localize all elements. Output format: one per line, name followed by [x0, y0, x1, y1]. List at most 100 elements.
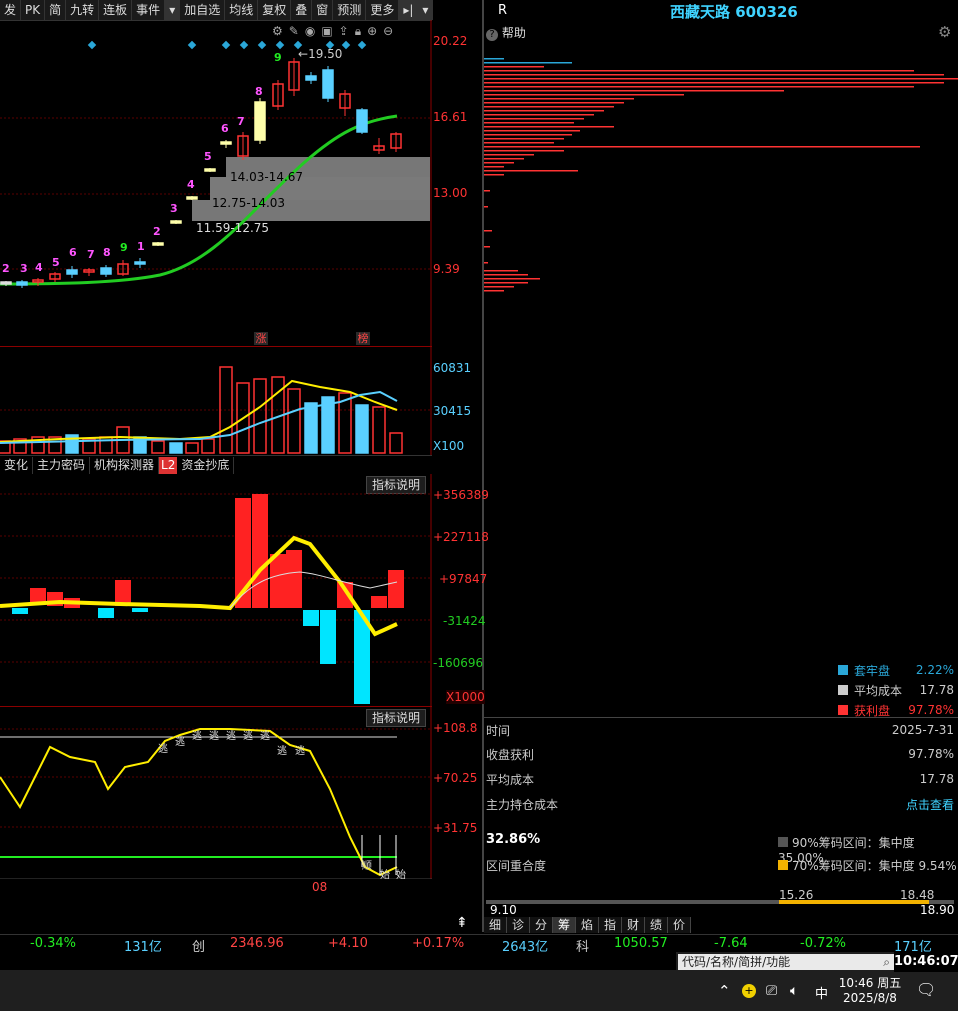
chip-settings-icon[interactable]: ⚙ — [938, 23, 951, 41]
td-count-label: 5 — [204, 150, 212, 163]
toolbar-event-dropdown-icon[interactable]: ▾ — [165, 0, 181, 20]
toolbar-forecast-button[interactable]: 预测 — [333, 0, 367, 20]
help-link[interactable]: ? 帮助 — [486, 24, 526, 41]
event-badge-list[interactable]: 榜 — [356, 332, 370, 345]
toolbar-more-button[interactable]: 更多 — [366, 0, 400, 20]
osc-signal-marker: 逃 — [175, 737, 185, 748]
tab-flame[interactable]: 焰 — [576, 917, 599, 933]
signal-diamond — [239, 40, 249, 50]
chip-bar — [484, 118, 584, 120]
app-tray-icon[interactable]: + — [742, 984, 756, 998]
toolbar-add-watchlist-button[interactable]: 加自选 — [180, 0, 226, 20]
fund-bar — [132, 608, 148, 612]
scroll-top-icon[interactable]: ⇞ — [456, 915, 468, 931]
toolbar-more-dropdown-icon[interactable]: ▾ — [418, 0, 434, 20]
toolbar-window-button[interactable]: 窗 — [312, 0, 334, 20]
chip-bar — [484, 290, 504, 292]
tab-finance[interactable]: 财 — [622, 917, 645, 933]
toolbar-ma-button[interactable]: 均线 — [225, 0, 259, 20]
system-clock[interactable]: 10:46 周五 2025/8/8 — [838, 974, 902, 1005]
legend-trapped: 套牢盘 2.22% — [838, 660, 954, 680]
chip-bar — [484, 190, 490, 192]
tab-indicator[interactable]: 指 — [599, 917, 622, 933]
td-count-label: 9 — [274, 51, 282, 64]
r-label: R — [498, 3, 508, 18]
ticker-item: +0.17% — [412, 936, 465, 951]
range-bar-70 — [779, 900, 929, 904]
chip-bar — [484, 110, 604, 112]
toolbar-streak-button[interactable]: 连板 — [99, 0, 133, 20]
chip-bar — [484, 70, 914, 72]
osc-signal-marker: 逃 — [277, 746, 287, 757]
chip-bar — [484, 86, 914, 88]
td-count-label: 8 — [103, 246, 111, 259]
fund-bar — [98, 608, 114, 618]
chip-bar — [484, 90, 784, 92]
toolbar-ninerev-button[interactable]: 九转 — [66, 0, 100, 20]
osc-signal-marker: 逃 — [295, 746, 305, 757]
tab-chips[interactable]: 筹 — [553, 917, 576, 933]
chip-bar — [484, 82, 944, 84]
volume-bar — [372, 406, 386, 454]
tab-detail[interactable]: 细 — [484, 917, 507, 933]
chip-bar — [484, 106, 614, 108]
range90-swatch — [778, 837, 788, 847]
toolbar-simple-button[interactable]: 简 — [45, 0, 67, 20]
candle — [0, 281, 12, 285]
stock-search-input[interactable]: 代码/名称/简拼/功能 ⌕ — [678, 954, 894, 970]
candle — [152, 242, 164, 246]
scale-max: 18.90 — [920, 903, 955, 917]
chip-bar — [484, 246, 490, 248]
chip-bar — [484, 270, 518, 272]
toolbar-adjust-button[interactable]: 复权 — [258, 0, 292, 20]
chip-legend: 套牢盘 2.22% 平均成本 17.78 获利盘 97.78% — [838, 660, 954, 720]
osc-signal-marker: 逃 — [158, 744, 168, 755]
toolbar-event-button[interactable]: 事件 — [132, 0, 166, 20]
chip-bar — [484, 58, 504, 60]
toolbar-fa-button[interactable]: 发 — [0, 0, 22, 20]
candle — [66, 269, 78, 275]
fund-axis-2: +227118 — [433, 530, 489, 544]
tab-bottom-fishing[interactable]: 资金抄底 — [177, 456, 235, 474]
volume-bar — [355, 404, 369, 454]
candle — [356, 109, 368, 133]
toolbar-skip-icon[interactable]: ▸| — [399, 0, 419, 20]
toolbar-overlay-button[interactable]: 叠 — [291, 0, 313, 20]
stat-profit: 收盘获利 97.78% — [486, 747, 954, 762]
volume-bar — [253, 378, 267, 454]
osc-axis-3: +31.75 — [433, 821, 478, 835]
tray-expand-icon[interactable]: ⌃ — [718, 982, 731, 1000]
td-count-label: 6 — [221, 122, 229, 135]
chip-distribution-chart — [484, 58, 958, 292]
main-cost-link[interactable]: 点击查看 — [906, 796, 954, 813]
chip-bar — [484, 150, 564, 152]
osc-signal-marker: 逃 — [209, 731, 219, 742]
chip-bar — [484, 126, 614, 128]
volume-icon[interactable]: 🔈︎ — [790, 983, 798, 999]
fund-axis-4: -31424 — [443, 614, 486, 628]
chip-bar — [484, 262, 488, 264]
chip-bar — [484, 74, 944, 76]
tab-diagnose[interactable]: 诊 — [507, 917, 530, 933]
tab-change[interactable]: 变化 — [0, 456, 34, 474]
toolbar-pk-button[interactable]: PK — [21, 0, 46, 20]
notification-icon[interactable]: 🗨︎ — [916, 980, 936, 999]
tab-performance[interactable]: 绩 — [645, 917, 668, 933]
chip-bar — [484, 282, 528, 284]
tab-timeshare[interactable]: 分 — [530, 917, 553, 933]
stat-main-cost: 主力持仓成本 点击查看 — [486, 796, 954, 813]
ime-indicator[interactable]: 中 — [815, 983, 828, 1002]
overlap-pct: 32.86% — [486, 832, 541, 847]
tab-price[interactable]: 价 — [668, 917, 691, 933]
high-price-label: ←19.50 — [298, 47, 343, 61]
network-icon[interactable]: ⎚ — [766, 983, 777, 999]
candle — [204, 168, 216, 172]
tab-main-code[interactable]: 主力密码 — [33, 456, 91, 474]
tab-institution-detector[interactable]: 机构探测器 — [90, 456, 160, 474]
fund-axis-5: -160696 — [433, 656, 484, 670]
signal-diamond — [221, 40, 231, 50]
event-badge-limit-up[interactable]: 涨 — [254, 332, 268, 345]
td-count-label: 3 — [20, 262, 28, 275]
osc-signal-marker: 逃 — [226, 731, 236, 742]
td-count-label: 5 — [52, 256, 60, 269]
